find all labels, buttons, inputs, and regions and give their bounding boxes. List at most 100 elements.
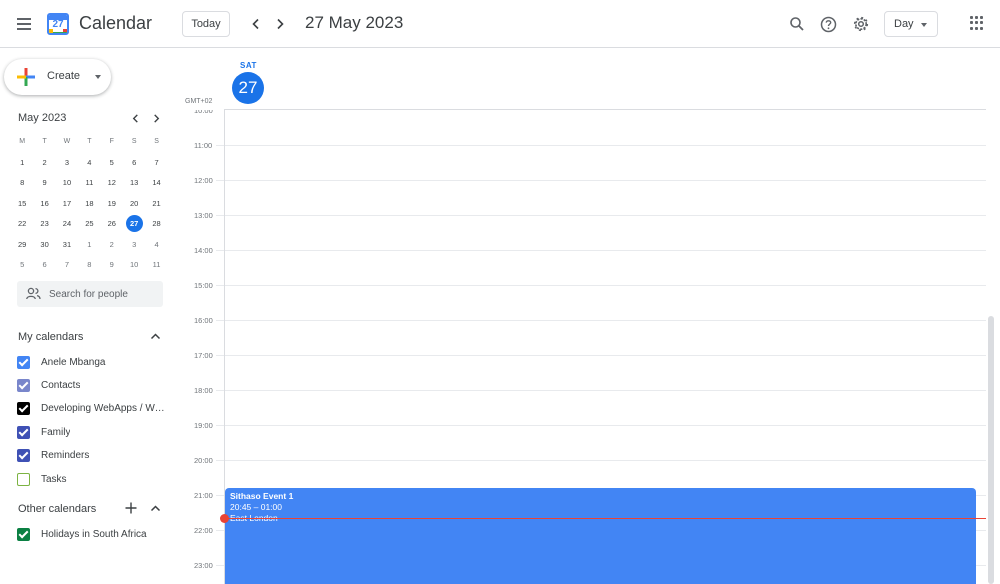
calendar-logo: 27 — [47, 13, 69, 35]
mini-calendar-day[interactable]: 26 — [101, 215, 123, 233]
mini-calendar-day[interactable]: 6 — [123, 154, 145, 172]
mini-calendar-day[interactable]: 10 — [56, 174, 78, 192]
mini-calendar-day[interactable]: 31 — [56, 236, 78, 254]
weekday-label: S — [131, 138, 137, 146]
calendar-checkbox[interactable] — [17, 378, 30, 392]
multicolor-plus-icon — [17, 68, 35, 86]
people-search[interactable] — [17, 281, 163, 307]
mini-calendar-day[interactable]: 7 — [145, 154, 167, 172]
mini-calendar-day[interactable]: 7 — [56, 256, 78, 274]
mini-calendar-day[interactable]: 10 — [123, 256, 145, 274]
current-date-title: 27 May 2023 — [305, 13, 404, 32]
mini-calendar-day[interactable]: 11 — [78, 174, 100, 192]
hour-label: 23:00 — [194, 561, 213, 570]
mini-calendar-day[interactable]: 1 — [78, 236, 100, 254]
mini-calendar-day[interactable]: 15 — [11, 195, 33, 213]
mini-calendar-day-selected[interactable]: 27 — [123, 215, 145, 233]
previous-day-button[interactable] — [244, 12, 268, 36]
calendar-label: Developing WebApps / Web Development — [41, 403, 168, 415]
calendar-checkbox[interactable] — [17, 355, 30, 369]
hour-label: 19:00 — [194, 421, 213, 430]
mini-calendar-prev-button[interactable] — [127, 110, 143, 126]
calendar-item[interactable]: Reminders — [14, 446, 168, 466]
help-button[interactable] — [816, 12, 840, 36]
hour-label: 12:00 — [194, 176, 213, 185]
mini-calendar-day[interactable]: 2 — [101, 236, 123, 254]
calendar-label: Family — [41, 426, 71, 438]
my-calendars-toggle[interactable] — [147, 328, 163, 344]
mini-calendar-day[interactable]: 5 — [11, 256, 33, 274]
mini-calendar-day[interactable]: 14 — [145, 174, 167, 192]
next-day-button[interactable] — [268, 12, 292, 36]
calendar-checkbox[interactable] — [17, 472, 30, 486]
mini-calendar-day[interactable]: 9 — [33, 174, 55, 192]
calendar-checkbox[interactable] — [17, 402, 30, 416]
mini-calendar-day[interactable]: 17 — [56, 195, 78, 213]
mini-calendar-day[interactable]: 11 — [145, 256, 167, 274]
caret-down-icon — [921, 23, 927, 27]
mini-calendar-day[interactable]: 9 — [101, 256, 123, 274]
calendar-item[interactable]: Contacts — [14, 375, 168, 395]
mini-calendar-week-row: 1234567 — [11, 153, 168, 174]
today-button[interactable]: Today — [182, 11, 230, 37]
mini-calendar-day[interactable]: 29 — [11, 236, 33, 254]
mini-calendar-day[interactable]: 8 — [78, 256, 100, 274]
mini-calendar-day[interactable]: 20 — [123, 195, 145, 213]
mini-calendar-day[interactable]: 24 — [56, 215, 78, 233]
mini-calendar-day[interactable]: 16 — [33, 195, 55, 213]
other-calendars-title[interactable]: Other calendars — [18, 503, 96, 515]
timezone-label: GMT+02 — [185, 98, 213, 105]
mini-calendar-day[interactable]: 5 — [101, 154, 123, 172]
create-button[interactable]: Create — [4, 59, 111, 95]
app-title[interactable]: Calendar — [79, 13, 152, 34]
mini-calendar-day[interactable]: 6 — [33, 256, 55, 274]
mini-calendar-day[interactable]: 23 — [33, 215, 55, 233]
my-calendars-title[interactable]: My calendars — [18, 331, 83, 343]
mini-calendar-day[interactable]: 30 — [33, 236, 55, 254]
day-number-button[interactable]: 27 — [232, 72, 264, 104]
calendar-checkbox[interactable] — [17, 425, 30, 439]
mini-calendar-day[interactable]: 4 — [145, 236, 167, 254]
calendar-item[interactable]: Anele Mbanga — [14, 352, 168, 372]
calendar-item[interactable]: Developing WebApps / Web Development — [14, 399, 168, 419]
mini-calendar-day[interactable]: 8 — [11, 174, 33, 192]
calendar-item[interactable]: Holidays in South Africa — [14, 524, 168, 544]
calendar-item[interactable]: Tasks — [14, 469, 168, 489]
mini-calendar-day[interactable]: 1 — [11, 154, 33, 172]
search-button[interactable] — [785, 12, 809, 36]
vertical-scrollbar[interactable] — [988, 316, 994, 584]
weekday-label: T — [87, 138, 92, 146]
calendar-checkbox[interactable] — [17, 449, 30, 463]
mini-calendar-day[interactable]: 28 — [145, 215, 167, 233]
mini-calendar-day[interactable]: 25 — [78, 215, 100, 233]
calendar-label: Contacts — [41, 379, 81, 391]
people-search-input[interactable] — [49, 286, 159, 302]
mini-calendar-day[interactable]: 21 — [145, 195, 167, 213]
mini-calendar-day[interactable]: 18 — [78, 195, 100, 213]
mini-calendar-day[interactable]: 3 — [56, 154, 78, 172]
add-other-calendar-button[interactable] — [123, 500, 139, 516]
hour-gridline — [216, 425, 986, 426]
weekday-label: F — [109, 138, 114, 146]
mini-calendar-day[interactable]: 2 — [33, 154, 55, 172]
event-title: Sithaso Event 1 — [230, 491, 294, 501]
settings-button[interactable] — [849, 12, 873, 36]
hour-label: 21:00 — [194, 491, 213, 500]
mini-calendar-day[interactable]: 19 — [101, 195, 123, 213]
mini-calendar-next-button[interactable] — [148, 110, 164, 126]
calendar-checkbox[interactable] — [17, 527, 30, 541]
event-block[interactable]: Sithaso Event 1 20:45 – 01:00 East Londo… — [225, 488, 976, 584]
hour-gridline — [216, 145, 986, 146]
mini-calendar-day[interactable]: 13 — [123, 174, 145, 192]
view-selector[interactable]: Day — [884, 11, 938, 37]
hour-label: 16:00 — [194, 316, 213, 325]
google-apps-button[interactable] — [970, 16, 984, 30]
mini-calendar-day[interactable]: 12 — [101, 174, 123, 192]
main-menu-button[interactable] — [10, 10, 38, 38]
mini-calendar-day[interactable]: 4 — [78, 154, 100, 172]
calendar-item[interactable]: Family — [14, 422, 168, 442]
mini-calendar-day[interactable]: 3 — [123, 236, 145, 254]
mini-calendar-day[interactable]: 22 — [11, 215, 33, 233]
hour-gridline — [216, 460, 986, 461]
other-calendars-toggle[interactable] — [147, 500, 163, 516]
